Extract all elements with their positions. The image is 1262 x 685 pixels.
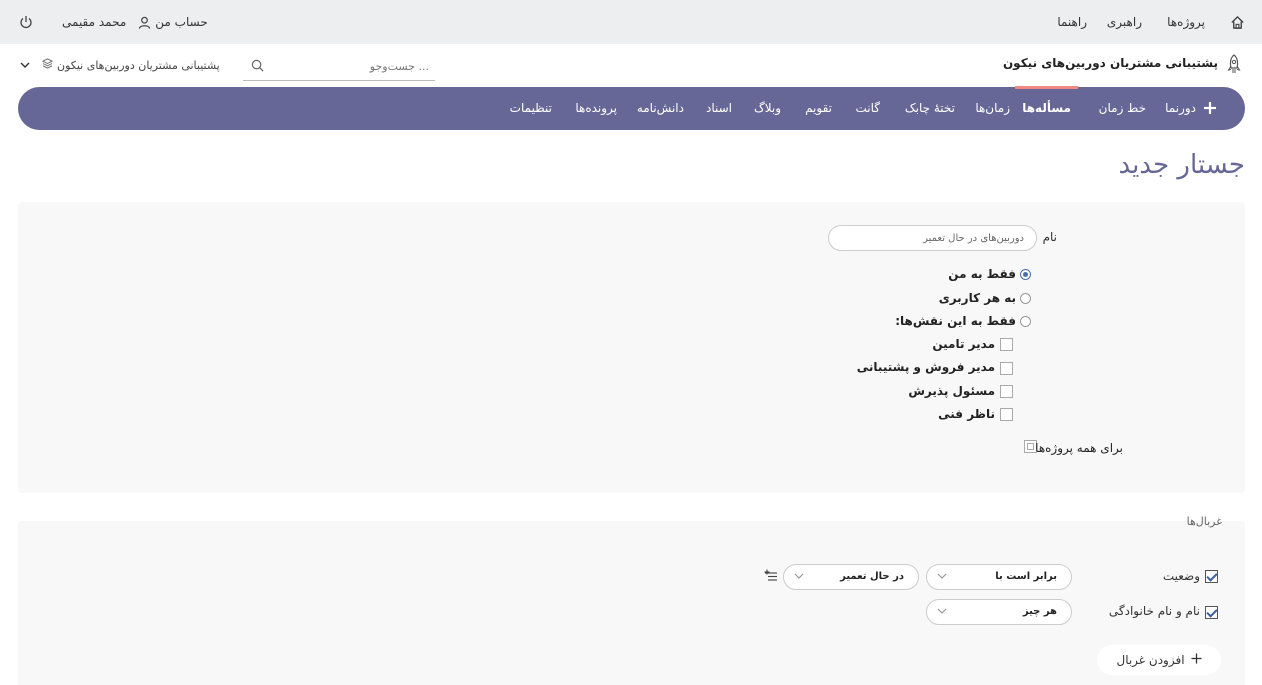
project-header: پشتیبانی مشتریان دوربین‌های نیکون پشتیبا… [0,44,1262,87]
chevron-down-icon [794,572,804,583]
user-name[interactable]: محمد مقیمی [62,15,126,29]
all-projects-label: برای همه پروژه‌ها [1035,441,1123,455]
page-title: جستار جدید [1118,150,1245,180]
project-selector[interactable]: پشتیبانی مشتریان دوربین‌های نیکون [41,58,220,72]
tab-settings[interactable]: تنظیمات [510,87,552,130]
role-label: ناظر فنی [938,407,995,421]
filter-status-value-select[interactable]: در حال تعمیر [783,564,919,590]
admin-link[interactable]: راهبری [1107,0,1142,44]
my-account-link[interactable]: حساب من [155,15,207,29]
status-value: در حال تعمیر [840,571,904,582]
power-icon [19,15,33,29]
tab-blog[interactable]: وبلاگ [754,87,781,130]
filter-name-operator-select[interactable]: هر چیز [926,599,1072,625]
rocket-icon [1226,54,1242,76]
role-checkbox[interactable] [1000,408,1013,421]
tab-timeline[interactable]: خط زمان [1099,87,1146,130]
user-icon [138,16,151,29]
tab-wiki[interactable]: دانش‌نامه [637,87,684,130]
tab-issues[interactable]: مسأله‌ها [1015,86,1078,130]
filters-title: غربال‌ها [1186,515,1222,528]
project-nav: دورنما خط زمان مسأله‌ها زمان‌ها تختهٔ چا… [18,86,1245,130]
operator-value: برابر است با [995,571,1057,582]
name-label: نام [1042,230,1057,244]
add-filter-button[interactable]: افزودن غربال [1097,645,1221,675]
operator-value: هر چیز [1022,606,1057,617]
tab-agile-board[interactable]: تختهٔ چابک [905,87,955,130]
projects-link[interactable]: پروژه‌ها [1167,0,1205,44]
help-link[interactable]: راهنما [1057,0,1087,44]
tab-overview[interactable]: دورنما [1165,87,1196,130]
role-label: مدیر تامین [932,337,995,351]
layers-icon [41,58,54,72]
home-link[interactable] [1230,0,1245,44]
tab-documents[interactable]: اسناد [706,87,732,130]
role-checkbox[interactable] [1000,362,1013,375]
chevron-down-icon [937,572,947,583]
search-input[interactable] [275,53,435,79]
logout-button[interactable] [19,0,33,44]
tab-files[interactable]: پرونده‌ها [575,87,617,130]
project-title[interactable]: پشتیبانی مشتریان دوربین‌های نیکون [1003,56,1218,70]
tab-time-entries[interactable]: زمان‌ها [975,87,1010,130]
filter-name-checkbox[interactable] [1205,606,1218,619]
radio-any-user-label: به هر کاربری [938,291,1016,305]
name-input[interactable] [828,225,1037,251]
radio-roles-only[interactable] [1020,316,1031,327]
radio-only-me[interactable] [1020,269,1031,280]
radio-any-user[interactable] [1020,293,1031,304]
role-label: مسئول پذیرش [908,384,995,398]
add-icon[interactable] [1201,99,1219,117]
tab-gantt[interactable]: گانت [856,87,881,130]
plus-icon [1191,653,1202,667]
role-label: مدیر فروش و پشتیبانی [856,360,995,374]
multi-select-toggle-icon[interactable] [764,569,778,585]
account-area: حساب من محمد مقیمی [62,0,208,44]
filter-status-operator-select[interactable]: برابر است با [926,564,1072,590]
chevron-down-icon[interactable] [20,58,30,72]
role-checkbox[interactable] [1000,385,1013,398]
tab-calendar[interactable]: تقویم [805,87,832,130]
filter-name-label: نام و نام خانوادگی [1108,604,1200,618]
project-selector-label: پشتیبانی مشتریان دوربین‌های نیکون [57,58,220,72]
radio-only-me-label: فقط به من [948,267,1016,281]
search-icon [251,59,264,75]
chevron-down-icon [937,607,947,618]
radio-roles-only-label: فقط به این نقش‌ها: [895,314,1016,328]
filter-status-label: وضعیت [1162,569,1200,583]
role-checkbox[interactable] [1000,338,1013,351]
home-icon [1230,15,1245,30]
filter-status-checkbox[interactable] [1205,570,1218,583]
add-filter-label: افزودن غربال [1116,653,1185,667]
top-bar: پروژه‌ها راهبری راهنما حساب من محمد مقیم… [0,0,1262,44]
search-box [243,52,435,81]
